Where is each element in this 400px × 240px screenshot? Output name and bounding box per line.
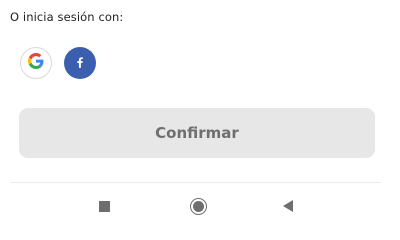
triangle-back-icon (283, 200, 293, 212)
google-login-button[interactable] (20, 47, 52, 79)
square-icon (98, 200, 110, 212)
nav-recents-button[interactable] (94, 196, 114, 216)
google-icon (28, 53, 44, 73)
social-login-label: O inicia sesión con: (10, 10, 124, 24)
nav-home-button[interactable] (188, 196, 208, 216)
divider (10, 182, 381, 183)
facebook-login-button[interactable] (64, 47, 96, 79)
confirm-button[interactable]: Confirmar (19, 108, 375, 158)
facebook-icon (73, 54, 87, 73)
circle-icon (189, 197, 207, 215)
nav-back-button[interactable] (278, 196, 298, 216)
